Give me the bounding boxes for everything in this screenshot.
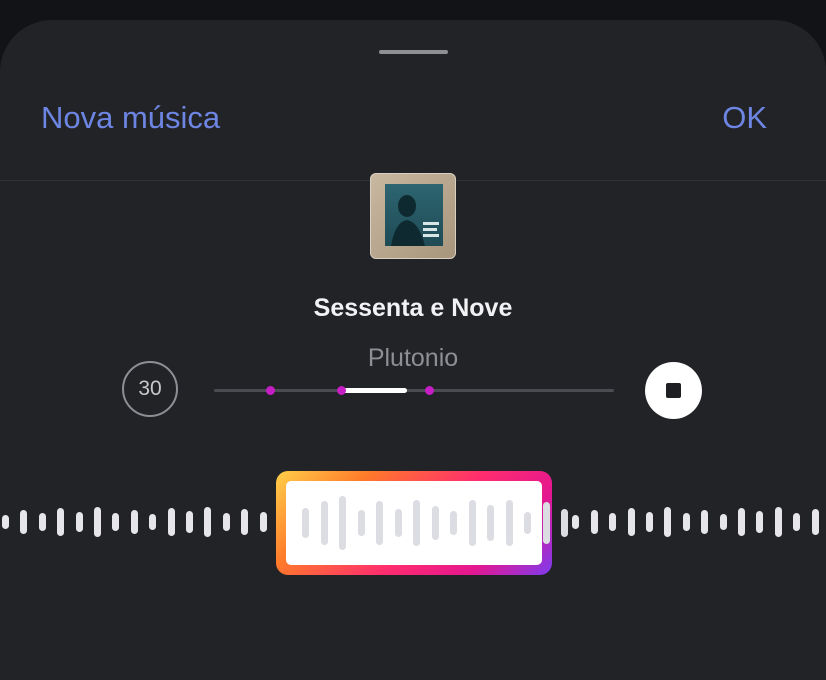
waveform-bar-selected — [320, 501, 328, 545]
waveform-bar — [609, 513, 616, 531]
waveform-bar — [186, 511, 193, 533]
sheet-grabber[interactable] — [379, 50, 448, 54]
playback-progress[interactable] — [214, 386, 614, 395]
duration-label: 30 — [138, 377, 162, 400]
waveform-bar — [646, 512, 653, 532]
waveform-bar — [775, 507, 782, 537]
waveform-bar — [94, 507, 101, 537]
waveform-bar-selected — [394, 509, 402, 537]
waveform-bar — [720, 514, 727, 530]
stop-icon — [666, 383, 681, 398]
lyric-marker — [425, 386, 434, 395]
waveform-bar-selected — [376, 501, 383, 545]
waveform-bar-selected — [561, 509, 568, 537]
waveform-bar — [793, 513, 800, 531]
waveform-bar — [168, 508, 175, 536]
stop-button[interactable] — [645, 362, 702, 419]
artist-name: Plutonio — [367, 344, 459, 372]
waveform-bar — [738, 508, 745, 536]
waveform-bar — [223, 513, 230, 531]
waveform-bar-selected — [450, 511, 457, 535]
waveform-bar-selected — [542, 502, 550, 544]
waveform-bar-selected — [524, 512, 531, 534]
lyric-marker — [266, 386, 275, 395]
waveform-bar-selected — [431, 506, 439, 540]
waveform-bar — [241, 509, 248, 535]
waveform-bar-selected — [487, 505, 494, 541]
waveform-bar — [112, 513, 119, 531]
song-title: Sessenta e Nove — [313, 294, 513, 322]
waveform-bar — [683, 513, 690, 531]
waveform-bar — [20, 510, 27, 534]
waveform-bar — [57, 508, 64, 536]
ok-button[interactable]: OK — [722, 100, 767, 136]
progress-fill — [341, 388, 407, 393]
clip-selector[interactable] — [276, 471, 568, 575]
waveform-bar — [149, 514, 156, 530]
waveform-bar — [664, 507, 671, 537]
waveform-bar-selected — [302, 508, 309, 538]
waveform-bar — [39, 513, 46, 531]
waveform-bar — [260, 512, 267, 532]
new-music-button[interactable]: Nova música — [41, 100, 220, 136]
album-art — [370, 173, 456, 259]
waveform-bar — [812, 509, 819, 535]
waveform-bar — [76, 512, 83, 532]
waveform-bar — [131, 510, 138, 534]
clip-selector-window — [286, 481, 568, 565]
waveform-bar — [756, 511, 763, 533]
waveform-bar-selected — [413, 500, 420, 546]
album-art-image — [385, 184, 443, 246]
waveform-bar — [701, 510, 708, 534]
waveform-bar — [572, 515, 579, 529]
waveform-bar-selected — [468, 500, 476, 546]
lyric-marker — [337, 386, 346, 395]
duration-selector[interactable]: 30 — [122, 361, 178, 417]
waveform-bar — [2, 515, 9, 529]
waveform-bar-selected — [357, 510, 365, 536]
waveform-bar — [591, 510, 598, 534]
waveform-bar — [204, 507, 211, 537]
waveform-bar-selected — [339, 496, 346, 550]
waveform-bar-selected — [505, 500, 513, 546]
waveform-bar — [628, 508, 635, 536]
